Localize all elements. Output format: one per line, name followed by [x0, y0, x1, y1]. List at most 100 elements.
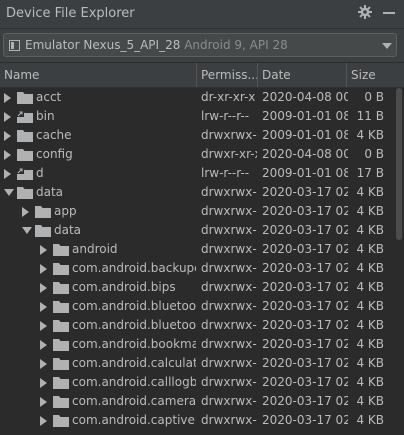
file-size: 4 KB	[356, 128, 384, 142]
file-tree-row[interactable]: com.android.bluetooth drwxrwx-- 2020-03-17…	[0, 316, 394, 335]
file-permissions: drwxrwx--	[201, 375, 257, 389]
device-select-label: Emulator Nexus_5_API_28 Android 9, API 2…	[25, 38, 288, 52]
file-date: 2020-04-08 00	[262, 90, 348, 104]
folder-icon	[53, 263, 69, 275]
expand-right-arrow-icon[interactable]	[4, 150, 11, 160]
file-date: 2020-03-17 02	[262, 318, 348, 332]
gear-icon[interactable]	[357, 4, 373, 20]
file-date: 2020-03-17 02	[262, 242, 348, 256]
file-tree-row[interactable]: config drwxr-xr-x 2020-04-08 00 0 B	[0, 145, 394, 164]
file-name: com.android.calllogbac	[72, 375, 196, 389]
expand-right-arrow-icon[interactable]	[4, 112, 11, 122]
file-tree-row[interactable]: data drwxrwx-- 2020-03-17 02 4 KB	[0, 221, 394, 240]
file-size: 0 B	[364, 147, 384, 161]
expand-right-arrow-icon[interactable]	[40, 340, 47, 350]
expand-right-arrow-icon[interactable]	[4, 131, 11, 141]
file-tree-row[interactable]: cache drwxrwx-- 2009-01-01 08 4 KB	[0, 126, 394, 145]
expand-down-arrow-icon[interactable]	[22, 227, 32, 234]
minimize-icon[interactable]	[383, 12, 395, 14]
file-size: 17 B	[356, 166, 384, 180]
device-detail: Android 9, API 28	[184, 38, 288, 52]
file-permissions: drwxrwx--	[201, 128, 257, 142]
folder-icon	[53, 320, 69, 332]
expand-right-arrow-icon[interactable]	[40, 359, 47, 369]
expand-right-arrow-icon[interactable]	[40, 283, 47, 293]
folder-icon	[53, 396, 69, 408]
file-tree: acct dr-xr-xr-x 2020-04-08 00 0 B bin lrw-r--…	[0, 88, 394, 435]
file-tree-row[interactable]: com.android.bluetooth drwxrwx-- 2020-03-17…	[0, 297, 394, 316]
file-date: 2020-03-17 02	[262, 394, 348, 408]
file-name: config	[36, 147, 73, 161]
folder-icon	[53, 339, 69, 351]
expand-right-arrow-icon[interactable]	[40, 302, 47, 312]
file-tree-row[interactable]: com.android.bookmark drwxrwx-- 2020-03-17 …	[0, 335, 394, 354]
file-tree-row[interactable]: acct dr-xr-xr-x 2020-04-08 00 0 B	[0, 88, 394, 107]
file-tree-row[interactable]: bin lrw-r--r-- 2009-01-01 08 11 B	[0, 107, 394, 126]
column-header-size[interactable]: Size	[347, 63, 404, 87]
folder-icon	[17, 92, 33, 104]
file-size: 4 KB	[356, 413, 384, 427]
file-tree-row[interactable]: com.android.bips drwxrwx-- 2020-03-17 02 4 …	[0, 278, 394, 297]
file-tree-row[interactable]: com.android.calllogbac drwxrwx-- 2020-03-1…	[0, 373, 394, 392]
file-tree-row[interactable]: com.android.calculator drwxrwx-- 2020-03-1…	[0, 354, 394, 373]
file-permissions: drwxrwx--	[201, 394, 257, 408]
folder-icon	[53, 358, 69, 370]
file-name: com.android.bluetooth	[72, 318, 196, 332]
column-header-permissions[interactable]: Permiss...	[197, 63, 258, 87]
file-permissions: drwxrwx--	[201, 242, 257, 256]
column-header-row: Name Permiss... Date Size	[0, 63, 404, 88]
file-tree-row[interactable]: data drwxrwx-- 2020-03-17 02 4 KB	[0, 183, 394, 202]
file-name: cache	[36, 128, 72, 142]
file-name: data	[36, 185, 64, 199]
file-name: com.android.camera2	[72, 394, 196, 408]
file-size: 4 KB	[356, 318, 384, 332]
expand-right-arrow-icon[interactable]	[4, 93, 11, 103]
folder-link-icon	[17, 167, 33, 180]
folder-icon	[53, 415, 69, 427]
expand-right-arrow-icon[interactable]	[40, 397, 47, 407]
expand-right-arrow-icon[interactable]	[40, 321, 47, 331]
file-permissions: dr-xr-xr-x	[201, 90, 256, 104]
expand-down-arrow-icon[interactable]	[4, 189, 14, 196]
file-name: bin	[36, 109, 55, 123]
expand-right-arrow-icon[interactable]	[4, 169, 11, 179]
column-header-date[interactable]: Date	[258, 63, 347, 87]
expand-right-arrow-icon[interactable]	[40, 245, 47, 255]
expand-right-arrow-icon[interactable]	[40, 264, 47, 274]
file-permissions: drwxrwx--	[201, 204, 257, 218]
file-size: 11 B	[356, 109, 384, 123]
expand-right-arrow-icon[interactable]	[40, 378, 47, 388]
file-permissions: drwxrwx--	[201, 413, 257, 427]
expand-right-arrow-icon[interactable]	[22, 207, 29, 217]
file-tree-row[interactable]: com.android.camera2 drwxrwx-- 2020-03-17 0…	[0, 392, 394, 411]
file-permissions: drwxr-xr-x	[201, 147, 257, 161]
file-tree-row[interactable]: com.android.backupco drwxrwx-- 2020-03-17 …	[0, 259, 394, 278]
file-date: 2020-03-17 02	[262, 375, 348, 389]
file-name: app	[54, 204, 77, 218]
file-tree-row[interactable]: com.android.captivepo drwxrwx-- 2020-03-17…	[0, 411, 394, 430]
folder-icon	[17, 187, 33, 199]
file-size: 4 KB	[356, 394, 384, 408]
device-select[interactable]: Emulator Nexus_5_API_28 Android 9, API 2…	[3, 33, 397, 57]
file-tree-row[interactable]: app drwxrwx-- 2020-03-17 02 4 KB	[0, 202, 394, 221]
vertical-scrollbar[interactable]	[395, 88, 404, 435]
file-tree-row[interactable]: d lrw-r--r-- 2009-01-01 08 17 B	[0, 164, 394, 183]
file-date: 2020-03-17 02	[262, 299, 348, 313]
file-name: com.android.backupco	[72, 261, 196, 275]
file-name: com.android.captivepo	[72, 413, 196, 427]
chevron-down-icon	[382, 43, 392, 49]
expand-right-arrow-icon[interactable]	[40, 416, 47, 426]
file-name: acct	[36, 90, 62, 104]
folder-icon	[17, 149, 33, 161]
scrollbar-thumb[interactable]	[396, 88, 402, 240]
column-header-name[interactable]: Name	[0, 63, 197, 87]
file-date: 2020-03-17 02	[262, 204, 348, 218]
folder-icon	[53, 301, 69, 313]
file-permissions: drwxrwx--	[201, 185, 257, 199]
file-size: 4 KB	[356, 261, 384, 275]
file-name: android	[72, 242, 118, 256]
file-date: 2020-03-17 02	[262, 223, 348, 237]
file-date: 2009-01-01 08	[262, 128, 348, 142]
folder-icon	[53, 282, 69, 294]
file-tree-row[interactable]: android drwxrwx-- 2020-03-17 02 4 KB	[0, 240, 394, 259]
